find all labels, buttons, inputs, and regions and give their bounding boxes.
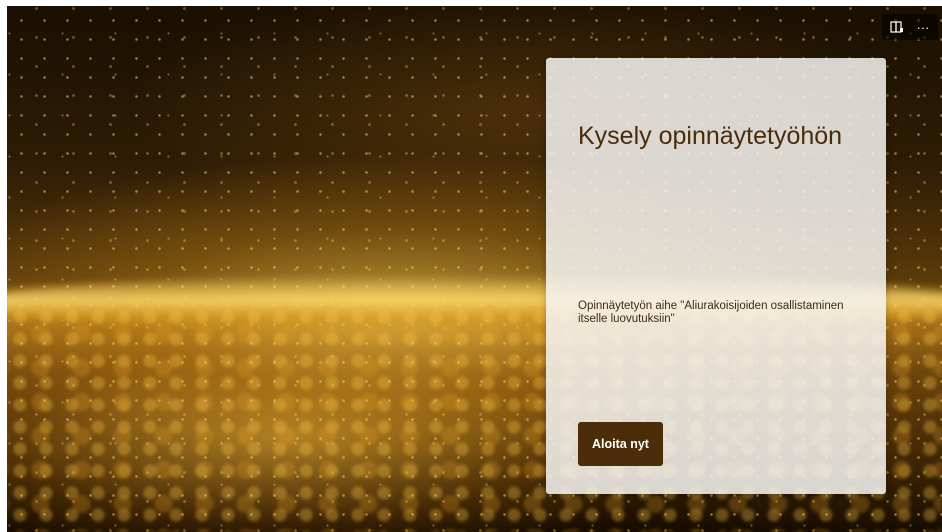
immersive-reader-icon[interactable] <box>888 18 906 36</box>
start-now-button[interactable]: Aloita nyt <box>578 422 663 466</box>
form-title: Kysely opinnäytetyöhön <box>578 122 843 150</box>
welcome-card: Kysely opinnäytetyöhön Opinnäytetyön aih… <box>546 58 886 494</box>
top-right-toolbar: ··· <box>882 14 938 40</box>
form-background: ··· Kysely opinnäytetyöhön Opinnäytetyön… <box>7 6 942 532</box>
form-description: Opinnäytetyön aihe "Aliurakoisijoiden os… <box>578 300 844 325</box>
more-options-icon[interactable]: ··· <box>914 18 932 36</box>
